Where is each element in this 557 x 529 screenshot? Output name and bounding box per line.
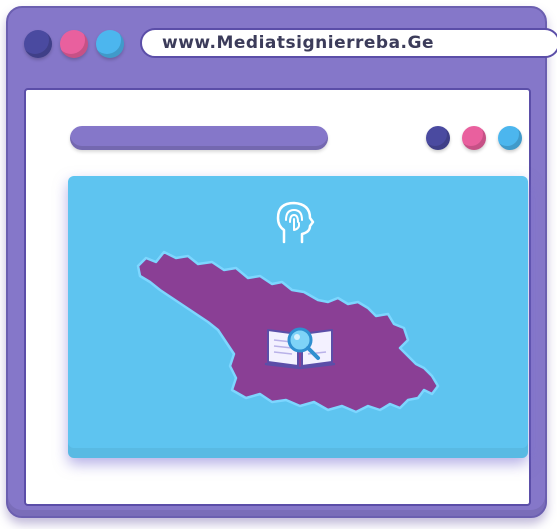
window-minimize-dot[interactable]: [60, 30, 88, 58]
title-bar: www.Mediatsignierreba.Ge: [8, 8, 557, 80]
address-bar[interactable]: www.Mediatsignierreba.Ge: [140, 28, 557, 58]
book-magnifier-icon: [264, 327, 336, 370]
page-dot-blue: [498, 126, 522, 150]
head-touch-icon: [276, 201, 315, 244]
page-dot-navy: [426, 126, 450, 150]
window-maximize-dot[interactable]: [96, 30, 124, 58]
page-header-bar: [70, 126, 328, 150]
hero-banner: [68, 176, 528, 458]
window-close-dot[interactable]: [24, 30, 52, 58]
page-content: [24, 88, 531, 506]
page-dot-pink: [462, 126, 486, 150]
url-text: www.Mediatsignierreba.Ge: [162, 33, 434, 53]
browser-window: www.Mediatsignierreba.Ge: [6, 6, 557, 518]
